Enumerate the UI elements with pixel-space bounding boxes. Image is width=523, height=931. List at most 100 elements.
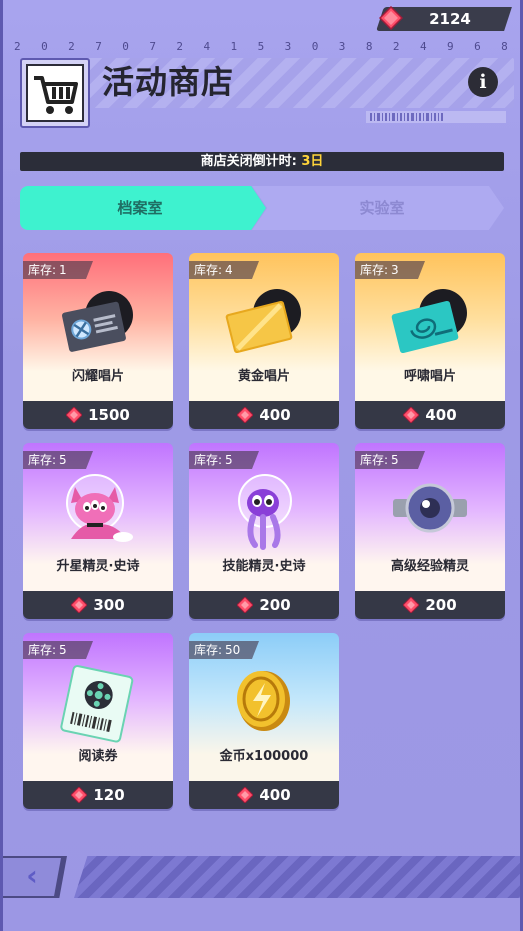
gem-price-icon bbox=[71, 787, 88, 803]
price-button[interactable]: 120 bbox=[23, 781, 173, 809]
stock-label: 库存: bbox=[194, 453, 223, 467]
stock-count: 50 bbox=[225, 643, 241, 657]
price-button[interactable]: 200 bbox=[355, 591, 505, 619]
shop-item-card[interactable]: 库存: 5 升星精灵·史诗 300 bbox=[23, 443, 173, 619]
item-price: 200 bbox=[425, 596, 457, 614]
tab-laboratory[interactable]: 实验室 bbox=[262, 186, 502, 230]
tab-archive[interactable]: 档案室 bbox=[20, 186, 260, 230]
decorative-digit: 5 bbox=[257, 40, 265, 53]
decorative-digit: 7 bbox=[149, 40, 156, 53]
shop-item-card[interactable]: 库存: 5 高级经验精灵 200 bbox=[355, 443, 505, 619]
decorative-digit: 7 bbox=[95, 40, 102, 53]
shop-item-card[interactable]: 库存: 5 技能精灵·史诗 200 bbox=[189, 443, 339, 619]
gem-price-icon bbox=[71, 597, 88, 613]
item-price: 400 bbox=[425, 406, 457, 424]
stock-label: 库存: bbox=[28, 643, 57, 657]
item-price: 300 bbox=[93, 596, 125, 614]
stock-badge: 库存: 5 bbox=[189, 451, 259, 469]
countdown-days: 3日 bbox=[301, 154, 324, 169]
info-button[interactable]: i bbox=[468, 67, 498, 97]
stock-label: 库存: bbox=[194, 263, 223, 277]
stock-count: 5 bbox=[59, 643, 67, 657]
price-button[interactable]: 400 bbox=[355, 401, 505, 429]
reading-ticket-icon bbox=[53, 663, 143, 743]
gem-price-icon bbox=[237, 597, 254, 613]
currency-amount: 2124 bbox=[429, 10, 471, 28]
gem-price-icon bbox=[237, 787, 254, 803]
gem-price-icon bbox=[237, 407, 254, 423]
stock-count: 5 bbox=[225, 453, 233, 467]
footer-bar bbox=[74, 856, 520, 898]
decorative-digit: 4 bbox=[419, 40, 427, 53]
decorative-digit: 9 bbox=[447, 40, 454, 53]
exp-sprite-icon bbox=[385, 473, 475, 553]
item-price: 1500 bbox=[88, 406, 130, 424]
item-name: 升星精灵·史诗 bbox=[56, 559, 140, 574]
stock-badge: 库存: 5 bbox=[23, 641, 93, 659]
shop-item-card[interactable]: 库存: 5 阅读券 120 bbox=[23, 633, 173, 809]
price-button[interactable]: 200 bbox=[189, 591, 339, 619]
item-name: 呼啸唱片 bbox=[403, 369, 456, 384]
price-button[interactable]: 400 bbox=[189, 401, 339, 429]
stock-count: 3 bbox=[391, 263, 399, 277]
shop-item-card[interactable]: 库存: 3 呼啸唱片 400 bbox=[355, 253, 505, 429]
shop-close-countdown: 商店关闭倒计时: 3日 bbox=[20, 152, 504, 171]
item-name: 闪耀唱片 bbox=[71, 369, 124, 384]
stock-label: 库存: bbox=[194, 643, 223, 657]
star-up-sprite-icon bbox=[53, 473, 143, 553]
decorative-digit: 0 bbox=[41, 40, 48, 53]
price-button[interactable]: 1500 bbox=[23, 401, 173, 429]
item-name: 技能精灵·史诗 bbox=[222, 559, 306, 574]
decorative-digit: 2 bbox=[14, 40, 21, 53]
page-title: 活动商店 bbox=[102, 63, 235, 101]
stock-count: 1 bbox=[59, 263, 67, 277]
item-price: 200 bbox=[259, 596, 291, 614]
decorative-digit: 8 bbox=[365, 40, 373, 53]
stock-label: 库存: bbox=[28, 263, 57, 277]
decorative-digits: 2 0 2 7 0 7 2 4 1 5 3 0 3 8 2 4 9 6 8 bbox=[14, 40, 508, 56]
decorative-digit: 2 bbox=[176, 40, 183, 53]
stock-count: 4 bbox=[225, 263, 233, 277]
stock-badge: 库存: 4 bbox=[189, 261, 259, 279]
gold-record-icon bbox=[219, 283, 309, 363]
decorative-digit: 3 bbox=[338, 40, 346, 53]
shop-item-card[interactable]: 库存: 1 闪耀唱片 1500 bbox=[23, 253, 173, 429]
shop-cart-icon bbox=[20, 58, 90, 128]
price-button[interactable]: 300 bbox=[23, 591, 173, 619]
item-name: 阅读券 bbox=[78, 749, 118, 764]
decorative-digit: 0 bbox=[122, 40, 129, 53]
decorative-digit: 8 bbox=[501, 40, 508, 53]
item-name: 金币x100000 bbox=[219, 749, 309, 764]
gem-price-icon bbox=[66, 407, 83, 423]
decorative-digit: 1 bbox=[230, 40, 238, 53]
shop-item-card[interactable]: 库存: 4 黄金唱片 400 bbox=[189, 253, 339, 429]
stock-count: 5 bbox=[391, 453, 399, 467]
countdown-label: 商店关闭倒计时: bbox=[200, 154, 302, 169]
barcode-decoration bbox=[366, 111, 506, 123]
decorative-digit: 2 bbox=[68, 40, 75, 53]
gold-coin-icon bbox=[219, 663, 309, 743]
item-price: 400 bbox=[259, 406, 291, 424]
stock-badge: 库存: 50 bbox=[189, 641, 259, 659]
item-price: 120 bbox=[93, 786, 125, 804]
stock-badge: 库存: 5 bbox=[23, 451, 93, 469]
skill-sprite-icon bbox=[219, 473, 309, 553]
gem-price-icon bbox=[403, 597, 420, 613]
price-button[interactable]: 400 bbox=[189, 781, 339, 809]
stock-label: 库存: bbox=[360, 453, 389, 467]
item-price: 400 bbox=[259, 786, 291, 804]
decorative-digit: 0 bbox=[311, 40, 319, 53]
stock-badge: 库存: 3 bbox=[355, 261, 425, 279]
stock-label: 库存: bbox=[360, 263, 389, 277]
decorative-digit: 6 bbox=[474, 40, 481, 53]
back-button[interactable]: ‹ bbox=[3, 858, 61, 896]
gem-currency-icon bbox=[379, 6, 403, 30]
decorative-digit: 2 bbox=[392, 40, 400, 53]
stock-badge: 库存: 5 bbox=[355, 451, 425, 469]
shining-record-icon bbox=[53, 283, 143, 363]
whistling-record-icon bbox=[385, 283, 475, 363]
stock-count: 5 bbox=[59, 453, 67, 467]
gem-price-icon bbox=[403, 407, 420, 423]
shop-item-card[interactable]: 库存: 50 金币x100000 400 bbox=[189, 633, 339, 809]
decorative-digit: 4 bbox=[203, 40, 211, 53]
